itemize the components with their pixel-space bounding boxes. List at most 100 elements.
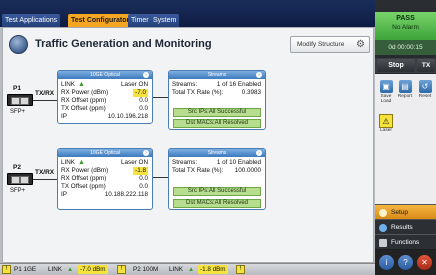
tx-offset-row: TX Offset (ppm) 0.0 bbox=[61, 105, 148, 113]
link-up-icon: ▲ bbox=[78, 159, 85, 166]
tab-system[interactable]: System bbox=[150, 14, 180, 27]
phy-card-title: 10GE Optical bbox=[90, 150, 120, 156]
functions-icon bbox=[379, 239, 387, 247]
port-p1-label: P1 bbox=[13, 85, 21, 92]
info-icon[interactable]: i bbox=[379, 255, 394, 270]
tx-rate-row: Total TX Rate (%): 100.0000 bbox=[172, 167, 261, 175]
port-p1-direction: TX/RX bbox=[35, 90, 55, 97]
port-p1-connector-icon[interactable] bbox=[7, 94, 33, 106]
laser-button[interactable]: ⚠ Laser bbox=[377, 114, 395, 133]
close-icon[interactable]: ✕ bbox=[417, 255, 432, 270]
stop-button[interactable]: Stop bbox=[377, 59, 415, 72]
laser-label: Laser bbox=[380, 128, 392, 133]
rx-offset-label: RX Offset (ppm) bbox=[61, 97, 107, 104]
results-icon bbox=[379, 224, 387, 232]
expand-icon[interactable]: › bbox=[256, 150, 262, 156]
port-p1-phy-card[interactable]: 10GE Optical › LINK ▲ Laser ON RX Power (… bbox=[57, 70, 153, 124]
p2-stream-connector bbox=[153, 177, 168, 178]
nav-setup-label: Setup bbox=[391, 209, 408, 216]
report-label: Report bbox=[397, 94, 413, 99]
reset-button[interactable]: ↺ Reset bbox=[416, 80, 434, 99]
status-p2-label: P2 100M bbox=[133, 266, 159, 273]
nav-results-label: Results bbox=[391, 224, 413, 231]
nav-setup-button[interactable]: Setup bbox=[375, 204, 436, 219]
port-p2-module: SFP+ bbox=[10, 188, 26, 194]
rx-power-label: RX Power (dBm) bbox=[61, 167, 109, 174]
nav-functions-label: Functions bbox=[391, 239, 420, 246]
reset-label: Reset bbox=[418, 94, 432, 99]
setup-icon bbox=[379, 209, 387, 217]
link-up-icon: ▲ bbox=[188, 266, 195, 273]
rx-offset-value: 0.0 bbox=[139, 175, 148, 182]
link-up-icon: ▲ bbox=[67, 266, 74, 273]
rx-offset-row: RX Offset (ppm) 0.0 bbox=[61, 175, 148, 183]
report-button[interactable]: ▤ Report bbox=[396, 80, 414, 99]
status-p2-link: LINK bbox=[169, 266, 183, 273]
save-icon: ▣ bbox=[379, 80, 393, 93]
warning-icon: ! bbox=[2, 265, 11, 274]
modify-structure-button[interactable]: Modify Structure ⚙ bbox=[290, 36, 370, 53]
tools-panel: ▣ Save Load ▤ Report ↺ Reset ⚠ Laser bbox=[375, 74, 436, 204]
traffic-icon bbox=[9, 35, 28, 54]
rx-offset-value: 0.0 bbox=[139, 97, 148, 104]
src-ips-status: Src IPs:All Successful bbox=[173, 187, 261, 196]
ip-value: 10.10.196.218 bbox=[107, 113, 148, 120]
report-icon: ▤ bbox=[398, 80, 412, 93]
streams-value: 1 of 16 Enabled bbox=[216, 81, 261, 88]
link-label: LINK bbox=[61, 81, 75, 88]
port-p2-connector-icon[interactable] bbox=[7, 173, 33, 185]
port-p2-direction: TX/RX bbox=[35, 169, 55, 176]
expand-icon[interactable]: › bbox=[143, 150, 149, 156]
bottom-toolbar: i ? ✕ bbox=[375, 250, 436, 275]
test-timer: 0d 00:00:15 bbox=[375, 40, 436, 55]
port-p2-link-line bbox=[33, 179, 57, 180]
warning-icon: ! bbox=[236, 265, 245, 274]
expand-icon[interactable]: › bbox=[143, 72, 149, 78]
rx-power-value: -1.8 bbox=[133, 167, 148, 175]
src-ips-status: Src IPs:All Successful bbox=[173, 108, 261, 117]
nav-results-button[interactable]: Results bbox=[375, 219, 436, 234]
streams-card-title: Streams bbox=[207, 150, 227, 156]
link-up-icon: ▲ bbox=[78, 81, 85, 88]
port-p2-phy-card[interactable]: 10GE Optical › LINK ▲ Laser ON RX Power (… bbox=[57, 148, 153, 210]
rx-power-row: RX Power (dBm) -7.0 bbox=[61, 89, 148, 97]
gear-icon: ⚙ bbox=[356, 39, 365, 50]
port-p1-streams-card[interactable]: Streams › Streams: 1 of 16 Enabled Total… bbox=[168, 70, 266, 130]
link-label: LINK bbox=[61, 159, 75, 166]
save-load-button[interactable]: ▣ Save Load bbox=[377, 80, 395, 104]
ip-row: IP 10.188.222.118 bbox=[61, 191, 148, 199]
rx-power-value: -7.0 bbox=[133, 89, 148, 97]
right-panel: PASS No Alarm 0d 00:00:15 Stop TX ▣ Save… bbox=[375, 0, 436, 275]
streams-value: 1 of 10 Enabled bbox=[216, 159, 261, 166]
control-row: Stop TX bbox=[375, 58, 436, 73]
streams-card-header: Streams › bbox=[169, 149, 265, 157]
tx-offset-row: TX Offset (ppm) 0.0 bbox=[61, 183, 148, 191]
tab-test-applications[interactable]: Test Applications bbox=[2, 14, 61, 27]
tx-offset-value: 0.0 bbox=[139, 183, 148, 190]
port-p1-module: SFP+ bbox=[10, 109, 26, 115]
ip-value: 10.188.222.118 bbox=[104, 191, 148, 198]
status-p1-label: P1 1GE bbox=[14, 266, 37, 273]
port-p2-streams-card[interactable]: Streams › Streams: 1 of 10 Enabled Total… bbox=[168, 148, 266, 210]
status-p1-link: LINK bbox=[48, 266, 62, 273]
ip-row: IP 10.10.196.218 bbox=[61, 113, 148, 121]
rx-power-label: RX Power (dBm) bbox=[61, 89, 109, 96]
tab-timer[interactable]: Timer bbox=[128, 14, 152, 27]
tab-test-configurator[interactable]: Test Configurator bbox=[68, 14, 133, 27]
nav-functions-button[interactable]: Functions bbox=[375, 234, 436, 249]
streams-label: Streams: bbox=[172, 159, 198, 166]
expand-icon[interactable]: › bbox=[256, 72, 262, 78]
warning-icon: ! bbox=[117, 265, 126, 274]
ip-label: IP bbox=[61, 191, 67, 198]
help-icon[interactable]: ? bbox=[398, 255, 413, 270]
alarm-label: No Alarm bbox=[392, 24, 419, 31]
laser-status: Laser ON bbox=[121, 81, 148, 88]
tx-button[interactable]: TX bbox=[417, 59, 435, 72]
tx-offset-value: 0.0 bbox=[139, 105, 148, 112]
rx-power-row: RX Power (dBm) -1.8 bbox=[61, 167, 148, 175]
port-p2-label: P2 bbox=[13, 164, 21, 171]
save-load-label: Save Load bbox=[380, 94, 392, 104]
pass-label: PASS bbox=[396, 15, 415, 22]
streams-card-title: Streams bbox=[207, 72, 227, 78]
link-row: LINK ▲ Laser ON bbox=[61, 159, 148, 167]
